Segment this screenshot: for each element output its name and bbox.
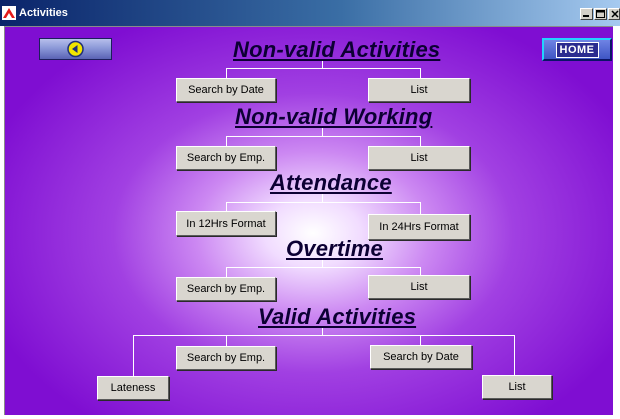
back-button[interactable] — [39, 38, 112, 60]
overtime-search-by-emp-button[interactable]: Search by Emp. — [176, 277, 276, 301]
window-right-edge — [613, 26, 620, 419]
heading-non-valid-working: Non-valid Working — [235, 104, 433, 129]
attendance-12hrs-format-button[interactable]: In 12Hrs Format — [176, 211, 276, 236]
valid-activities-list-button[interactable]: List — [482, 375, 552, 399]
maximize-button[interactable] — [594, 8, 607, 20]
heading-valid-activities: Valid Activities — [258, 304, 417, 329]
overtime-list-button[interactable]: List — [368, 275, 470, 299]
valid-activities-lateness-button[interactable]: Lateness — [97, 376, 169, 400]
window-bottom-edge — [0, 415, 620, 419]
non-valid-working-search-by-emp-button[interactable]: Search by Emp. — [176, 146, 276, 170]
minimize-icon — [583, 15, 589, 17]
minimize-button[interactable] — [580, 8, 593, 20]
activities-window: Activities HOME Non-valid Activities Non… — [0, 0, 620, 419]
window-title: Activities — [19, 7, 68, 19]
heading-non-valid-activities: Non-valid Activities — [233, 37, 441, 62]
heading-overtime: Overtime — [286, 236, 383, 261]
content-area — [4, 26, 620, 416]
valid-activities-search-by-emp-button[interactable]: Search by Emp. — [176, 346, 276, 370]
non-valid-working-list-button[interactable]: List — [368, 146, 470, 170]
close-button[interactable] — [608, 8, 620, 20]
close-icon — [611, 10, 619, 18]
title-bar: Activities — [0, 0, 620, 26]
non-valid-activities-list-button[interactable]: List — [368, 78, 470, 102]
home-label: HOME — [555, 41, 599, 58]
valid-activities-search-by-date-button[interactable]: Search by Date — [370, 345, 472, 369]
attendance-24hrs-format-button[interactable]: In 24Hrs Format — [368, 214, 470, 240]
heading-attendance: Attendance — [270, 170, 392, 195]
home-button[interactable]: HOME — [542, 38, 612, 61]
non-valid-activities-search-by-date-button[interactable]: Search by Date — [176, 78, 276, 102]
red-house-icon — [2, 6, 16, 20]
back-arrow-icon — [67, 40, 84, 58]
maximize-icon — [596, 10, 605, 18]
